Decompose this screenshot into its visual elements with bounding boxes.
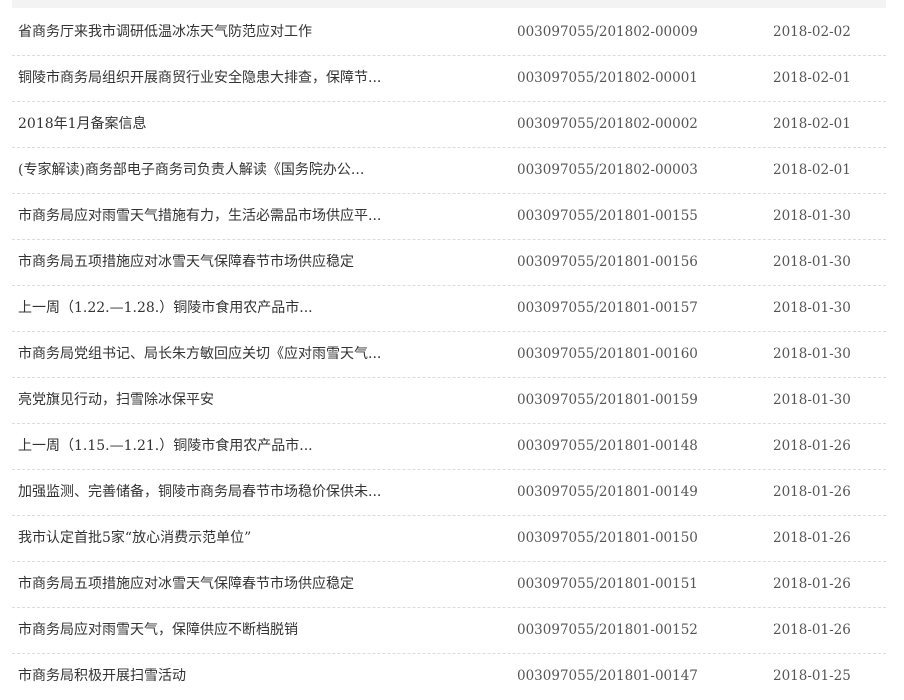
item-index-code: 003097055/201801-00160 bbox=[517, 346, 698, 362]
list-item[interactable]: 上一周（1.22.—1.28.）铜陵市食用农产品市... 003097055/2… bbox=[12, 286, 886, 332]
item-date: 2018-01-30 bbox=[773, 346, 851, 362]
item-date: 2018-01-30 bbox=[773, 208, 851, 224]
item-title-link[interactable]: 加强监测、完善储备，铜陵市商务局春节市场稳价保供未... bbox=[18, 470, 438, 515]
item-date: 2018-01-26 bbox=[773, 576, 851, 592]
item-index-code: 003097055/201801-00159 bbox=[517, 392, 698, 408]
item-title-link[interactable]: (专家解读)商务部电子商务司负责人解读《国务院办公... bbox=[18, 148, 438, 193]
item-index-code: 003097055/201801-00147 bbox=[517, 668, 698, 684]
item-date: 2018-02-01 bbox=[773, 116, 851, 132]
list-item[interactable]: 我市认定首批5家“放心消费示范单位” 003097055/201801-0015… bbox=[12, 516, 886, 562]
item-date: 2018-01-26 bbox=[773, 622, 851, 638]
list-item[interactable]: 市商务局应对雨雪天气措施有力，生活必需品市场供应平... 003097055/2… bbox=[12, 194, 886, 240]
item-title-link[interactable]: 亮党旗见行动，扫雪除冰保平安 bbox=[18, 378, 438, 423]
item-index-code: 003097055/201801-00148 bbox=[517, 438, 698, 454]
item-date: 2018-01-30 bbox=[773, 254, 851, 270]
item-index-code: 003097055/201802-00002 bbox=[517, 116, 698, 132]
item-title-link[interactable]: 市商务局应对雨雪天气，保障供应不断档脱销 bbox=[18, 608, 438, 653]
list-item[interactable]: 省商务厅来我市调研低温冰冻天气防范应对工作 003097055/201802-0… bbox=[12, 10, 886, 56]
item-date: 2018-02-01 bbox=[773, 70, 851, 86]
item-date: 2018-01-26 bbox=[773, 484, 851, 500]
item-date: 2018-01-25 bbox=[773, 668, 851, 684]
item-date: 2018-02-02 bbox=[773, 24, 851, 40]
item-title-link[interactable]: 省商务厅来我市调研低温冰冻天气防范应对工作 bbox=[18, 10, 438, 55]
item-title-link[interactable]: 上一周（1.15.—1.21.）铜陵市食用农产品市... bbox=[18, 424, 438, 469]
item-date: 2018-01-30 bbox=[773, 300, 851, 316]
item-index-code: 003097055/201801-00150 bbox=[517, 530, 698, 546]
item-title-link[interactable]: 2018年1月备案信息 bbox=[18, 102, 438, 147]
list-item[interactable]: 市商务局五项措施应对冰雪天气保障春节市场供应稳定 003097055/20180… bbox=[12, 562, 886, 608]
item-index-code: 003097055/201802-00003 bbox=[517, 162, 698, 178]
item-title-link[interactable]: 市商务局五项措施应对冰雪天气保障春节市场供应稳定 bbox=[18, 240, 438, 285]
item-index-code: 003097055/201801-00151 bbox=[517, 576, 698, 592]
list-item[interactable]: 市商务局积极开展扫雪活动 003097055/201801-00147 2018… bbox=[12, 654, 886, 700]
item-title-link[interactable]: 铜陵市商务局组织开展商贸行业安全隐患大排查，保障节... bbox=[18, 56, 438, 101]
item-index-code: 003097055/201801-00157 bbox=[517, 300, 698, 316]
list-header-strip bbox=[12, 0, 886, 8]
item-index-code: 003097055/201801-00155 bbox=[517, 208, 698, 224]
item-index-code: 003097055/201801-00149 bbox=[517, 484, 698, 500]
item-title-link[interactable]: 我市认定首批5家“放心消费示范单位” bbox=[18, 516, 438, 561]
item-title-link[interactable]: 市商务局积极开展扫雪活动 bbox=[18, 654, 438, 699]
list-item[interactable]: 加强监测、完善储备，铜陵市商务局春节市场稳价保供未... 003097055/2… bbox=[12, 470, 886, 516]
item-index-code: 003097055/201802-00009 bbox=[517, 24, 698, 40]
item-date: 2018-02-01 bbox=[773, 162, 851, 178]
item-title-link[interactable]: 上一周（1.22.—1.28.）铜陵市食用农产品市... bbox=[18, 286, 438, 331]
list-item[interactable]: 市商务局应对雨雪天气，保障供应不断档脱销 003097055/201801-00… bbox=[12, 608, 886, 654]
document-list: 省商务厅来我市调研低温冰冻天气防范应对工作 003097055/201802-0… bbox=[12, 10, 886, 700]
document-list-panel: 省商务厅来我市调研低温冰冻天气防范应对工作 003097055/201802-0… bbox=[0, 0, 904, 699]
item-title-link[interactable]: 市商务局五项措施应对冰雪天气保障春节市场供应稳定 bbox=[18, 562, 438, 607]
list-item[interactable]: (专家解读)商务部电子商务司负责人解读《国务院办公... 003097055/2… bbox=[12, 148, 886, 194]
item-index-code: 003097055/201802-00001 bbox=[517, 70, 698, 86]
list-item[interactable]: 铜陵市商务局组织开展商贸行业安全隐患大排查，保障节... 003097055/2… bbox=[12, 56, 886, 102]
item-title-link[interactable]: 市商务局党组书记、局长朱方敏回应关切《应对雨雪天气... bbox=[18, 332, 438, 377]
item-date: 2018-01-26 bbox=[773, 530, 851, 546]
item-index-code: 003097055/201801-00156 bbox=[517, 254, 698, 270]
list-item[interactable]: 上一周（1.15.—1.21.）铜陵市食用农产品市... 003097055/2… bbox=[12, 424, 886, 470]
item-title-link[interactable]: 市商务局应对雨雪天气措施有力，生活必需品市场供应平... bbox=[18, 194, 438, 239]
item-date: 2018-01-30 bbox=[773, 392, 851, 408]
item-index-code: 003097055/201801-00152 bbox=[517, 622, 698, 638]
list-item[interactable]: 2018年1月备案信息 003097055/201802-00002 2018-… bbox=[12, 102, 886, 148]
item-date: 2018-01-26 bbox=[773, 438, 851, 454]
list-item[interactable]: 亮党旗见行动，扫雪除冰保平安 003097055/201801-00159 20… bbox=[12, 378, 886, 424]
list-item[interactable]: 市商务局五项措施应对冰雪天气保障春节市场供应稳定 003097055/20180… bbox=[12, 240, 886, 286]
list-item[interactable]: 市商务局党组书记、局长朱方敏回应关切《应对雨雪天气... 003097055/2… bbox=[12, 332, 886, 378]
